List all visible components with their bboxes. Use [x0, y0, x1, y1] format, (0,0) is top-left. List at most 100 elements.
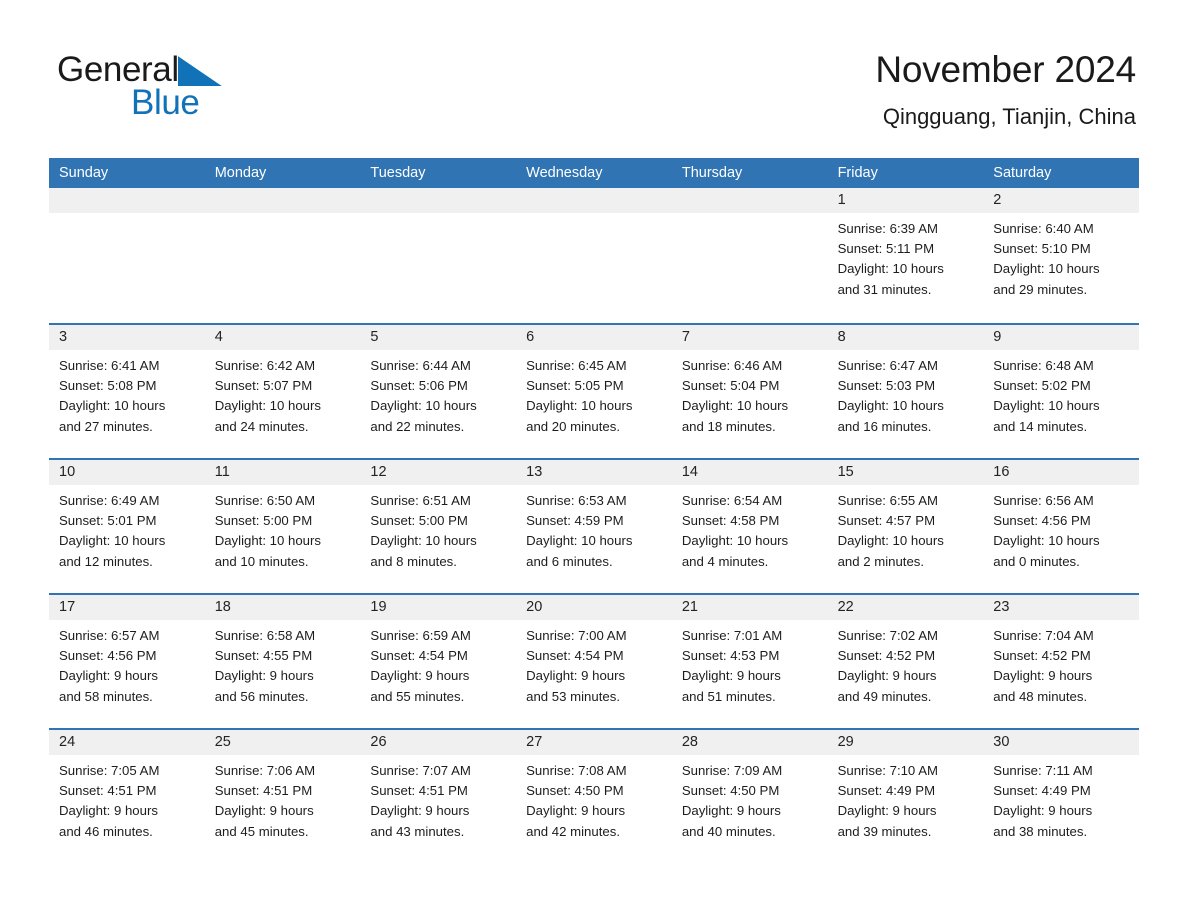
day-details: Sunrise: 6:39 AM Sunset: 5:11 PM Daylight:… [828, 213, 984, 300]
day-details: Sunrise: 6:41 AM Sunset: 5:08 PM Daylight:… [49, 350, 205, 437]
day-number-band: 19 [360, 595, 517, 620]
calendar-day-cell[interactable]: 16 Sunrise: 6:56 AM Sunset: 4:56 PM Dayligh… [983, 460, 1139, 586]
daylight-text-line1: Daylight: 9 hours [993, 668, 1093, 684]
day-number-band: 6 [516, 325, 672, 350]
sunrise-text: Sunrise: 6:58 AM [214, 628, 316, 643]
calendar-day-cell[interactable]: 2 Sunrise: 6:40 AM Sunset: 5:10 PM Daylight… [983, 188, 1139, 316]
calendar-day-cell[interactable]: 9 Sunrise: 6:48 AM Sunset: 5:02 PM Daylight… [983, 325, 1139, 451]
calendar-day-cell[interactable]: 28 Sunrise: 7:09 AM Sunset: 4:50 PM Dayligh… [671, 730, 828, 856]
calendar-day-cell[interactable]: 23 Sunrise: 7:04 AM Sunset: 4:52 PM Dayligh… [983, 595, 1139, 721]
calendar-day-cell[interactable]: 13 Sunrise: 6:53 AM Sunset: 4:59 PM Dayligh… [516, 460, 672, 586]
daylight-text-line2: and 56 minutes. [214, 688, 309, 704]
day-number: 10 [59, 464, 76, 480]
daylight-text-line2: and 8 minutes. [370, 553, 457, 569]
sunset-text: Sunset: 4:52 PM [837, 648, 936, 664]
calendar-day-cell[interactable]: 22 Sunrise: 7:02 AM Sunset: 4:52 PM Dayligh… [827, 595, 984, 721]
calendar-day-cell[interactable]: 3 Sunrise: 6:41 AM Sunset: 5:08 PM Daylight… [49, 325, 205, 451]
sunrise-text: Sunrise: 6:47 AM [837, 358, 938, 373]
sunset-text: Sunset: 5:00 PM [370, 513, 468, 529]
calendar-day-cell[interactable]: 29 Sunrise: 7:10 AM Sunset: 4:49 PM Dayligh… [827, 730, 984, 856]
day-number: 3 [59, 329, 68, 345]
sunrise-text: Sunrise: 6:57 AM [59, 628, 160, 643]
day-number-band: 3 [49, 325, 205, 350]
daylight-text-line2: and 31 minutes. [837, 281, 932, 297]
calendar-day-cell[interactable]: 27 Sunrise: 7:08 AM Sunset: 4:50 PM Dayligh… [516, 730, 672, 856]
calendar-day-cell[interactable]: 4 Sunrise: 6:42 AM Sunset: 5:07 PM Daylight… [204, 325, 361, 451]
day-number: 2 [993, 192, 1002, 208]
calendar-cell-empty [671, 188, 828, 316]
day-details: Sunrise: 6:55 AM Sunset: 4:57 PM Daylight:… [828, 485, 984, 572]
day-number: 12 [370, 464, 387, 480]
day-details: Sunrise: 6:53 AM Sunset: 4:59 PM Daylight:… [516, 485, 672, 572]
day-details: Sunrise: 7:09 AM Sunset: 4:50 PM Daylight:… [672, 755, 828, 842]
day-number: 6 [526, 329, 535, 345]
weekday-header-monday: Monday [214, 165, 267, 181]
calendar-day-cell[interactable]: 19 Sunrise: 6:59 AM Sunset: 4:54 PM Dayligh… [360, 595, 517, 721]
daylight-text-line2: and 12 minutes. [59, 553, 153, 569]
daylight-text-line2: and 14 minutes. [993, 418, 1088, 434]
day-number-band [671, 188, 828, 213]
sunrise-text: Sunrise: 6:59 AM [370, 628, 471, 643]
day-number: 9 [993, 329, 1002, 345]
sunrise-text: Sunrise: 6:55 AM [837, 493, 938, 508]
daylight-text-line2: and 46 minutes. [59, 823, 153, 839]
calendar-day-cell[interactable]: 30 Sunrise: 7:11 AM Sunset: 4:49 PM Dayligh… [983, 730, 1139, 856]
day-number-band: 11 [204, 460, 361, 485]
calendar-day-cell[interactable]: 25 Sunrise: 7:06 AM Sunset: 4:51 PM Dayligh… [204, 730, 361, 856]
calendar-day-cell[interactable]: 12 Sunrise: 6:51 AM Sunset: 5:00 PM Dayligh… [360, 460, 517, 586]
calendar-day-cell[interactable]: 7 Sunrise: 6:46 AM Sunset: 5:04 PM Daylight… [671, 325, 828, 451]
calendar-day-cell[interactable]: 6 Sunrise: 6:45 AM Sunset: 5:05 PM Daylight… [516, 325, 672, 451]
calendar-day-cell[interactable]: 1 Sunrise: 6:39 AM Sunset: 5:11 PM Daylight… [827, 188, 984, 316]
sunset-text: Sunset: 4:56 PM [59, 648, 157, 664]
day-number: 25 [214, 734, 231, 750]
day-number-band: 7 [671, 325, 828, 350]
day-number-band: 13 [516, 460, 672, 485]
daylight-text-line2: and 20 minutes. [526, 418, 620, 434]
day-number: 5 [370, 329, 379, 345]
calendar-day-cell[interactable]: 15 Sunrise: 6:55 AM Sunset: 4:57 PM Dayligh… [827, 460, 984, 586]
calendar-day-cell[interactable]: 5 Sunrise: 6:44 AM Sunset: 5:06 PM Daylight… [360, 325, 517, 451]
calendar-day-cell[interactable]: 18 Sunrise: 6:58 AM Sunset: 4:55 PM Dayligh… [204, 595, 361, 721]
day-number-band: 10 [49, 460, 205, 485]
calendar-day-cell[interactable]: 17 Sunrise: 6:57 AM Sunset: 4:56 PM Dayligh… [49, 595, 205, 721]
sunset-text: Sunset: 4:58 PM [681, 513, 780, 529]
day-details: Sunrise: 7:10 AM Sunset: 4:49 PM Daylight:… [828, 755, 984, 842]
day-number-band: 24 [49, 730, 205, 755]
sunset-text: Sunset: 4:54 PM [370, 648, 468, 664]
calendar-day-cell[interactable]: 14 Sunrise: 6:54 AM Sunset: 4:58 PM Dayligh… [671, 460, 828, 586]
day-number-band: 12 [360, 460, 517, 485]
day-details: Sunrise: 6:48 AM Sunset: 5:02 PM Daylight:… [983, 350, 1139, 437]
calendar-cell-empty [360, 188, 517, 316]
day-number: 30 [993, 734, 1010, 750]
calendar-week-row: 17 Sunrise: 6:57 AM Sunset: 4:56 PM Dayligh… [49, 593, 1139, 721]
calendar-day-cell[interactable]: 11 Sunrise: 6:50 AM Sunset: 5:00 PM Dayligh… [204, 460, 361, 586]
daylight-text-line1: Daylight: 10 hours [993, 533, 1100, 549]
calendar-day-cell[interactable]: 10 Sunrise: 6:49 AM Sunset: 5:01 PM Dayligh… [49, 460, 205, 586]
daylight-text-line1: Daylight: 9 hours [993, 803, 1093, 819]
day-number-band: 20 [516, 595, 672, 620]
calendar-day-cell[interactable]: 26 Sunrise: 7:07 AM Sunset: 4:51 PM Dayligh… [360, 730, 517, 856]
title-block: November 2024 Qingguang, Tianjin, China [875, 48, 1136, 130]
weekday-header-thursday: Thursday [681, 165, 743, 181]
daylight-text-line2: and 4 minutes. [681, 553, 769, 569]
day-number-band: 8 [827, 325, 984, 350]
calendar-cell-empty [516, 188, 672, 316]
sunset-text: Sunset: 5:01 PM [59, 513, 157, 529]
sunrise-text: Sunrise: 6:46 AM [681, 358, 783, 373]
calendar-day-cell[interactable]: 8 Sunrise: 6:47 AM Sunset: 5:03 PM Daylight… [827, 325, 984, 451]
calendar-day-cell[interactable]: 24 Sunrise: 7:05 AM Sunset: 4:51 PM Dayligh… [49, 730, 205, 856]
daylight-text-line1: Daylight: 10 hours [214, 533, 321, 549]
calendar-day-cell[interactable]: 20 Sunrise: 7:00 AM Sunset: 4:54 PM Dayligh… [516, 595, 672, 721]
day-number-band: 30 [983, 730, 1139, 755]
sunrise-text: Sunrise: 7:00 AM [526, 628, 627, 643]
weekday-header-sunday: Sunday [59, 165, 109, 181]
daylight-text-line2: and 0 minutes. [993, 553, 1080, 569]
sunrise-text: Sunrise: 6:56 AM [993, 493, 1094, 508]
calendar-cell-empty [49, 188, 205, 316]
day-number-band: 25 [204, 730, 361, 755]
generalblue-logo[interactable]: General Blue [57, 52, 257, 124]
calendar-day-cell[interactable]: 21 Sunrise: 7:01 AM Sunset: 4:53 PM Dayligh… [671, 595, 828, 721]
sunset-text: Sunset: 4:50 PM [526, 783, 624, 799]
day-number: 15 [837, 464, 854, 480]
day-number-band [360, 188, 517, 213]
